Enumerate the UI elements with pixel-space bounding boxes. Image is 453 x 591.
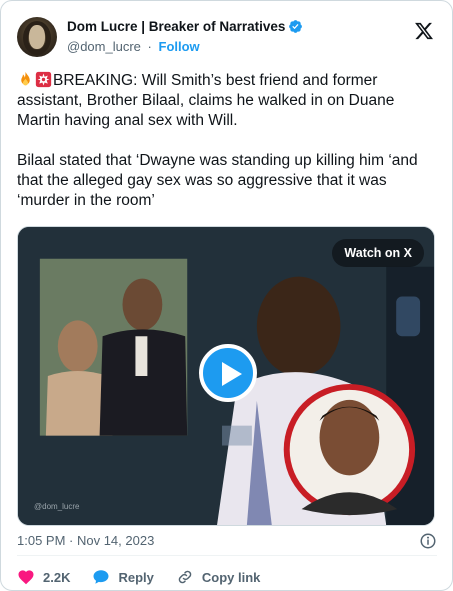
copy-link-label: Copy link: [201, 569, 261, 585]
tweet-paragraph-1: BREAKING: Will Smith’s best friend and f…: [17, 71, 441, 131]
x-logo-icon[interactable]: [414, 21, 434, 41]
timestamp[interactable]: 1:05 PM · Nov 14, 2023: [17, 533, 154, 548]
like-button[interactable]: 2.2K: [17, 568, 70, 586]
timestamp-row: 1:05 PM · Nov 14, 2023: [17, 532, 437, 550]
siren-icon: [35, 71, 52, 88]
avatar-face: [29, 25, 45, 49]
reply-bubble-icon: [93, 570, 109, 584]
info-icon[interactable]: [419, 532, 437, 550]
like-count: 2.2K: [43, 569, 71, 585]
tweet-header: Dom Lucre | Breaker of Narratives @dom_l…: [17, 15, 438, 61]
heart-icon: [18, 570, 34, 585]
link-icon: [178, 570, 192, 584]
name-row: Dom Lucre | Breaker of Narratives: [67, 19, 303, 34]
verified-badge-icon: [289, 20, 303, 33]
divider: [17, 555, 437, 556]
watch-on-x-button[interactable]: Watch on X: [332, 239, 424, 267]
action-bar: 2.2K Reply Copy link: [17, 567, 282, 587]
tweet-paragraph-1-text: BREAKING: Will Smith’s best friend and f…: [17, 72, 395, 129]
reply-label: Reply: [118, 569, 154, 585]
play-button[interactable]: [199, 344, 257, 402]
video-watermark: @dom_lucre: [34, 502, 80, 511]
tweet-text: BREAKING: Will Smith’s best friend and f…: [17, 71, 441, 231]
tweet-card: Dom Lucre | Breaker of Narratives @dom_l…: [0, 0, 453, 591]
copy-link-button[interactable]: Copy link: [176, 568, 261, 586]
avatar[interactable]: [17, 17, 57, 57]
tweet-paragraph-2: Bilaal stated that ‘Dwayne was standing …: [17, 152, 418, 209]
fire-icon: [21, 71, 30, 86]
display-name[interactable]: Dom Lucre | Breaker of Narratives: [67, 19, 285, 34]
follow-button[interactable]: Follow: [159, 39, 200, 54]
reply-button[interactable]: Reply: [92, 568, 154, 586]
play-icon: [222, 362, 242, 386]
handle[interactable]: @dom_lucre: [67, 39, 141, 54]
separator-dot: ·: [147, 39, 152, 54]
video-player[interactable]: Watch on X @dom_lucre: [17, 226, 435, 526]
handle-row: @dom_lucre · Follow: [67, 39, 200, 54]
